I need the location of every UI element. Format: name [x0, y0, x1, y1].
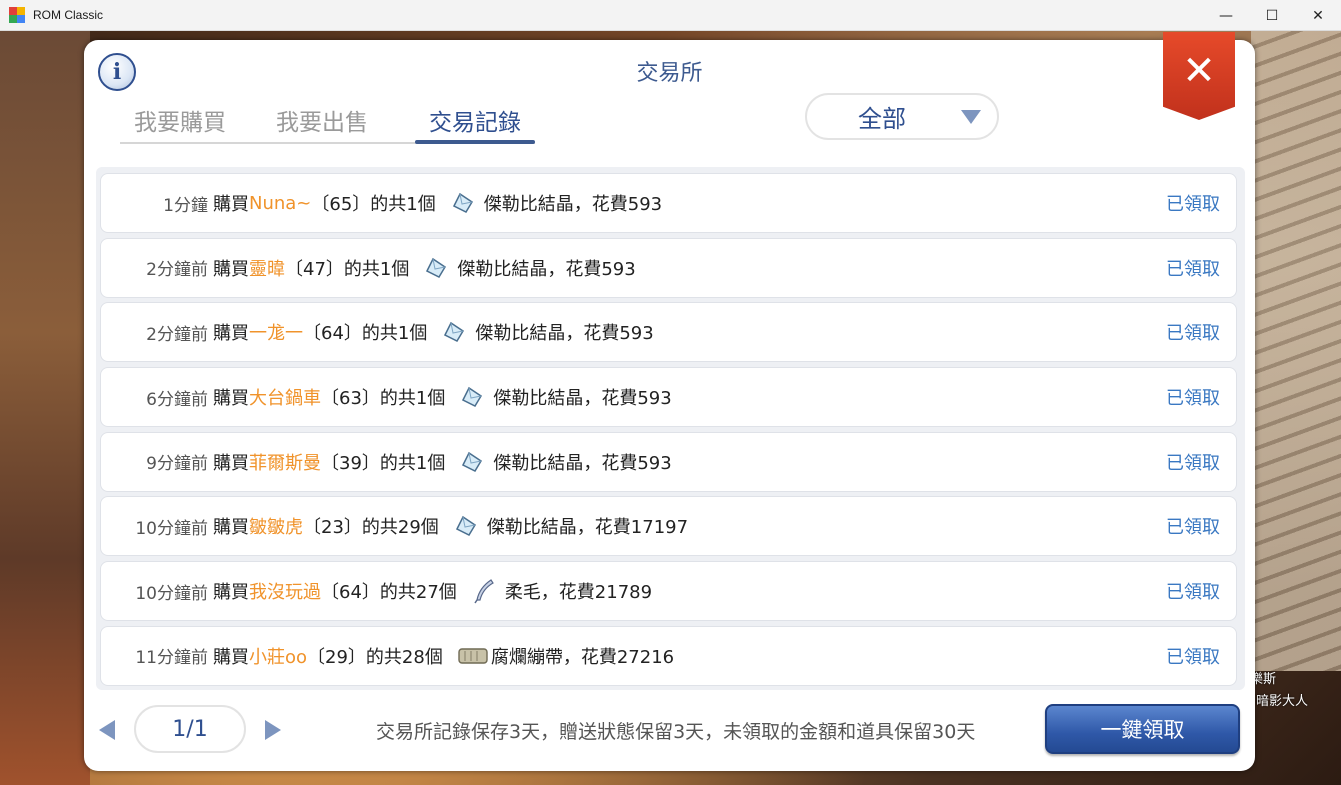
record-action: 購買	[213, 582, 249, 604]
tab-buy[interactable]: 我要購買	[120, 98, 240, 142]
record-status-claimed[interactable]: 已領取	[1166, 513, 1220, 539]
game-background-stairs	[1251, 31, 1341, 671]
record-level-quantity: 〔29〕的共28個	[307, 646, 443, 668]
record-time: 10分鐘前	[135, 518, 208, 539]
category-filter-dropdown[interactable]: 全部	[805, 93, 999, 140]
trade-record-row: 9分鐘前 購買 菲爾斯曼 〔39〕的共1個 傑勒比結晶，花費593 已領取	[100, 431, 1237, 492]
record-level-quantity: 〔64〕的共1個	[303, 323, 428, 345]
record-status-claimed[interactable]: 已領取	[1166, 319, 1220, 345]
record-action: 購買	[213, 646, 249, 668]
record-level-quantity: 〔47〕的共1個	[285, 258, 410, 280]
record-status-claimed[interactable]: 已領取	[1166, 578, 1220, 604]
crystal-icon	[441, 319, 467, 345]
record-item-cost: 傑勒比結晶，花費17197	[486, 517, 689, 539]
record-action: 購買	[213, 323, 249, 345]
filter-selected-label: 全部	[858, 105, 906, 133]
record-action: 購買	[213, 517, 249, 539]
window-titlebar: ROM Classic — ☐ ✕	[0, 0, 1341, 31]
tab-sell[interactable]: 我要出售	[240, 98, 415, 142]
trade-record-row: 10分鐘前 購買 我沒玩過 〔64〕的共27個 柔毛，花費21789 已領取	[100, 561, 1237, 622]
record-level-quantity: 〔23〕的共29個	[303, 517, 439, 539]
claim-all-button[interactable]: 一鍵領取	[1045, 704, 1240, 754]
record-status-claimed[interactable]: 已領取	[1166, 643, 1220, 669]
trade-record-row: 6分鐘前 購買 大台鍋車 〔63〕的共1個 傑勒比結晶，花費593 已領取	[100, 367, 1237, 428]
bandage-icon	[457, 643, 488, 669]
record-player-name: 我沒玩過	[249, 582, 321, 604]
record-item-cost: 傑勒比結晶，花費593	[475, 323, 654, 345]
triangle-down-icon	[961, 109, 981, 124]
app-icon	[9, 7, 25, 23]
record-item-cost: 傑勒比結晶，花費593	[483, 194, 663, 215]
record-status-claimed[interactable]: 已領取	[1166, 449, 1220, 475]
trade-record-row: 11分鐘前 購買 小莊oo 〔29〕的共28個 腐爛繃帶，花費27216 已領取	[100, 625, 1237, 686]
crystal-icon	[459, 449, 485, 475]
record-level-quantity: 〔39〕的共1個	[321, 452, 446, 474]
minimize-button[interactable]: —	[1203, 0, 1249, 31]
record-item-cost: 傑勒比結晶，花費593	[493, 388, 672, 410]
exchange-panel: i 交易所 我要購買 我要出售 交易記錄 全部 ✕ 1分鐘 購買 Nuna~ 〔65〕…	[84, 32, 1255, 771]
page-indicator: 1/1	[134, 705, 246, 753]
record-time: 1分鐘	[163, 195, 208, 216]
record-player-name: 一尨一	[249, 323, 303, 345]
trade-record-row: 10分鐘前 購買 皺皺虎 〔23〕的共29個 傑勒比結晶，花費17197 已領取	[100, 496, 1237, 557]
record-status-claimed[interactable]: 已領取	[1166, 190, 1220, 216]
crystal-icon	[423, 255, 449, 281]
crystal-icon	[459, 384, 485, 410]
trade-record-row: 2分鐘前 購買 一尨一 〔64〕的共1個 傑勒比結晶，花費593 已領取	[100, 302, 1237, 363]
record-time: 2分鐘前	[146, 324, 208, 345]
feather-icon	[471, 578, 497, 604]
trade-record-row: 1分鐘 購買 Nuna~ 〔65〕的共1個 傑勒比結晶，花費593 已領取	[100, 173, 1237, 233]
record-player-name: 菲爾斯曼	[249, 452, 321, 474]
record-action: 購買	[213, 194, 249, 215]
record-player-name: 皺皺虎	[249, 517, 303, 539]
maximize-button[interactable]: ☐	[1249, 0, 1295, 31]
triangle-right-icon[interactable]	[265, 720, 281, 740]
record-time: 9分鐘前	[146, 454, 208, 475]
record-player-name: 小莊oo	[249, 646, 308, 668]
retention-note: 交易所記錄保存3天，贈送狀態保留3天，未領取的金額和道具保留30天	[376, 721, 976, 743]
background-npc-title: 暗影大人	[1256, 694, 1309, 709]
record-action: 購買	[213, 258, 249, 280]
crystal-icon	[450, 190, 476, 216]
record-level-quantity: 〔64〕的共27個	[321, 582, 457, 604]
record-action: 購買	[213, 452, 249, 474]
triangle-left-icon[interactable]	[99, 720, 115, 740]
record-action: 購買	[213, 388, 249, 410]
window-close-button[interactable]: ✕	[1295, 0, 1341, 31]
record-item-cost: 柔毛，花費21789	[504, 582, 653, 604]
record-time: 10分鐘前	[135, 583, 208, 604]
record-status-claimed[interactable]: 已領取	[1166, 384, 1220, 410]
trade-record-list: 1分鐘 購買 Nuna~ 〔65〕的共1個 傑勒比結晶，花費593 已領取 2分鐘前 購買 靈暐…	[96, 167, 1245, 690]
record-item-cost: 腐爛繃帶，花費27216	[490, 646, 675, 668]
tab-trade-history[interactable]: 交易記錄	[415, 98, 535, 144]
game-background-left	[0, 31, 90, 785]
record-player-name: 靈暐	[249, 258, 285, 280]
record-player-name: 大台鍋車	[249, 388, 321, 410]
tab-bar: 我要購買 我要出售 交易記錄	[120, 98, 535, 144]
record-player-name: Nuna~	[249, 192, 312, 214]
window-title: ROM Classic	[33, 8, 104, 22]
record-level-quantity: 〔65〕的共1個	[311, 194, 436, 215]
record-item-cost: 傑勒比結晶，花費593	[493, 452, 672, 474]
record-time: 2分鐘前	[146, 260, 208, 281]
record-time: 11分鐘前	[135, 648, 208, 669]
panel-title: 交易所	[636, 61, 703, 86]
record-time: 6分鐘前	[146, 389, 208, 410]
crystal-icon	[453, 513, 479, 539]
record-level-quantity: 〔63〕的共1個	[321, 388, 446, 410]
record-status-claimed[interactable]: 已領取	[1166, 255, 1220, 281]
close-icon[interactable]: ✕	[1163, 32, 1235, 120]
trade-record-row: 2分鐘前 購買 靈暐 〔47〕的共1個 傑勒比結晶，花費593 已領取	[100, 237, 1237, 298]
record-item-cost: 傑勒比結晶，花費593	[457, 258, 636, 280]
